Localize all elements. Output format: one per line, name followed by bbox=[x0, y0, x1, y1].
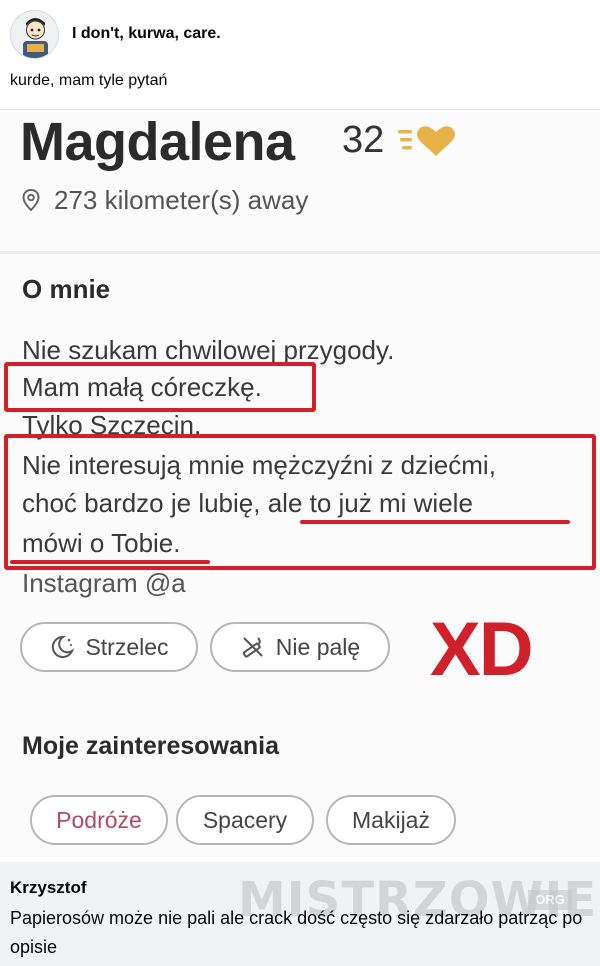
comment-text: Papierosów może nie pali ale crack dość … bbox=[10, 908, 583, 957]
tag-smoking: Nie palę bbox=[210, 622, 390, 672]
post-author[interactable]: I don't, kurwa, care. bbox=[72, 25, 221, 43]
post-text: kurde, mam tyle pytań bbox=[10, 72, 168, 89]
interest-chip: Podróże bbox=[30, 795, 168, 845]
tag-zodiac-label: Strzelec bbox=[85, 633, 169, 660]
profile-screenshot: Magdalena 32 273 kilometer(s) away O mni… bbox=[0, 110, 600, 862]
profile-distance: 273 kilometer(s) away bbox=[54, 184, 309, 215]
tag-zodiac: Strzelec bbox=[20, 622, 198, 672]
highlight-underline bbox=[300, 520, 570, 524]
comment-block: MISTRZOWIE ORG Krzysztof Papierosów może… bbox=[0, 862, 600, 966]
comment-author[interactable]: Krzysztof bbox=[10, 878, 87, 898]
post-header: I don't, kurwa, care. kurde, mam tyle py… bbox=[0, 0, 600, 110]
bio-line: Nie szukam chwilowej przygody. bbox=[22, 335, 395, 365]
profile-name: Magdalena bbox=[20, 112, 295, 172]
avatar-cartoon-icon bbox=[11, 11, 58, 58]
location-pin-icon bbox=[22, 189, 40, 211]
interest-chip: Makijaż bbox=[326, 795, 456, 845]
highlight-box-no-kids bbox=[4, 434, 596, 570]
about-heading: O mnie bbox=[22, 274, 111, 304]
tag-smoking-label: Nie palę bbox=[275, 633, 361, 660]
no-smoking-icon bbox=[242, 637, 263, 658]
profile-age: 32 bbox=[342, 119, 385, 161]
highlight-underline bbox=[10, 560, 210, 564]
highlight-box-daughter bbox=[4, 362, 316, 412]
section-divider bbox=[0, 251, 600, 254]
gold-heart-icon bbox=[396, 120, 458, 160]
instagram-handle: Instagram @a bbox=[22, 568, 186, 598]
interest-chip: Spacery bbox=[176, 795, 314, 845]
moon-star-icon bbox=[52, 635, 75, 658]
interests-heading: Moje zainteresowania bbox=[22, 732, 280, 760]
location-row: 273 kilometer(s) away bbox=[22, 184, 308, 216]
xd-annotation: XD bbox=[430, 607, 534, 692]
avatar[interactable] bbox=[10, 10, 59, 59]
